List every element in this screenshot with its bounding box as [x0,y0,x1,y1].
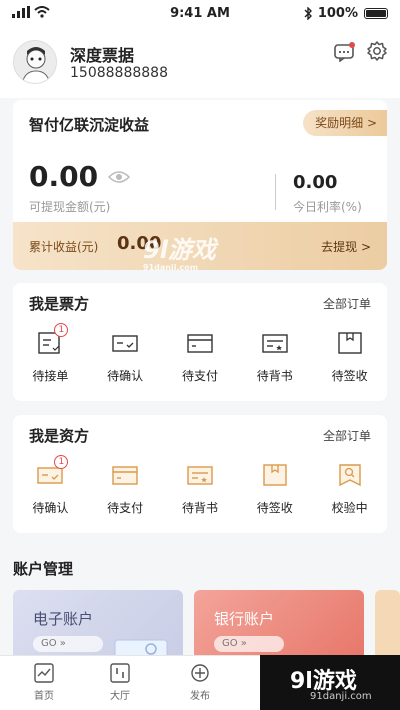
hall-icon [110,663,130,683]
withdraw-button[interactable]: 去提现 > [321,238,371,255]
order-item-label: 待确认 [32,501,69,515]
earnings-divider [275,174,276,210]
capital-orders-title: 我是资方 [29,427,90,445]
order-item-pending-accept[interactable]: 1 待接单 [20,323,80,384]
ticket-orders-card: 我是票方 全部订单 1 待接单 待确认 待支付 待背书 待签收 [13,283,387,401]
order-item-label: 待签收 [256,501,293,515]
electronic-account-card[interactable]: 电子账户 GO » [13,590,183,660]
order-item-pending-sign[interactable]: 待签收 [320,331,380,384]
watermark-badge: 9l游戏 91danji.com [260,655,400,710]
go-label: GO [41,638,57,649]
user-phone: 15088888888 [70,65,168,81]
today-rate: 0.00 [293,172,338,193]
capital-order-items: 1 待确认 待支付 待背书 待签收 校验中 [13,455,387,516]
order-item-pending-confirm[interactable]: 待确认 [95,331,155,384]
order-item-pending-endorse[interactable]: 待背书 [170,463,230,516]
order-item-label: 待接单 [32,369,69,383]
electronic-account-label: 电子账户 [33,610,94,628]
message-icon[interactable] [334,42,356,62]
avatar-image [14,41,56,83]
order-item-label: 待背书 [256,369,293,383]
order-item-pending-confirm[interactable]: 1 待确认 [20,455,80,516]
order-item-label: 待背书 [181,501,218,515]
magnifier-icon [338,464,361,487]
earnings-title: 智付亿联沉淀收益 [29,116,150,134]
tab-hall[interactable]: 大厅 [90,663,150,702]
confirm-ticket-icon [112,335,138,352]
bank-account-label: 银行账户 [214,610,275,628]
order-item-pending-sign[interactable]: 待签收 [245,463,305,516]
tab-hall-label: 大厅 [110,691,130,702]
tab-home-label: 首页 [34,691,54,702]
reward-detail-button[interactable]: 奖励明细 > [303,110,387,136]
user-name: 深度票据 [70,46,135,65]
bank-account-go-button[interactable]: GO » [214,636,284,652]
eye-icon[interactable] [108,170,130,184]
order-item-pending-pay[interactable]: 待支付 [95,463,155,516]
watermark-badge-site: 91danji.com [310,691,372,702]
order-item-label: 待支付 [107,501,144,515]
watermark-site: 91danji.com [143,263,199,270]
publish-icon [191,664,209,682]
order-item-label: 校验中 [331,501,368,515]
order-item-pending-endorse[interactable]: 待背书 [245,331,305,384]
battery-icon [364,8,388,19]
chart-icon [34,663,54,683]
bluetooth-icon [304,7,312,20]
battery-percent: 100% [317,6,358,21]
earnings-card: 智付亿联沉淀收益 奖励明细 > 0.00 可提现金额(元) 0.00 今日利率(… [13,100,387,270]
cumulative-bar: 累计收益(元) 0.00 9l游戏 91danji.com 去提现 > [13,222,387,270]
avatar[interactable] [13,40,57,84]
today-rate-label: 今日利率(%) [293,200,362,214]
go-label: GO [222,638,238,649]
box-icon [337,332,362,354]
gear-icon[interactable] [366,40,388,62]
watermark-overlay: 9l游戏 91danji.com [143,230,216,270]
profile-header: 深度票据 15088888888 [0,28,400,98]
cumulative-label: 累计收益(元) [29,240,99,254]
order-item-label: 待支付 [181,369,218,383]
ticket-order-items: 1 待接单 待确认 待支付 待背书 待签收 [13,323,387,384]
status-right: 100% [304,6,388,21]
bank-account-card[interactable]: 银行账户 GO » [194,590,364,660]
status-bar: 9:41 AM 100% [0,0,400,28]
withdrawable-amount: 0.00 [29,160,99,193]
order-item-label: 待签收 [331,369,368,383]
endorse-icon [187,466,213,485]
endorse-icon [262,334,288,353]
order-badge: 1 [54,323,69,337]
order-item-verifying[interactable]: 校验中 [320,463,380,516]
withdrawable-label: 可提现金额(元) [29,200,111,214]
card-icon [187,334,213,353]
account-management-title: 账户管理 [13,560,74,578]
ticket-all-orders-link[interactable]: 全部订单 [323,295,371,312]
tab-home[interactable]: 首页 [14,663,74,702]
electronic-account-go-button[interactable]: GO » [33,636,103,652]
card-icon [112,466,138,485]
tab-publish[interactable]: 发布 [170,663,230,702]
order-item-pending-pay[interactable]: 待支付 [170,331,230,384]
tab-publish-label: 发布 [190,691,210,702]
capital-orders-card: 我是资方 全部订单 1 待确认 待支付 待背书 待签收 校验中 [13,415,387,533]
more-account-card[interactable] [375,590,400,660]
ticket-orders-title: 我是票方 [29,295,90,313]
watermark-text: 9l游戏 [143,236,216,264]
capital-all-orders-link[interactable]: 全部订单 [323,427,371,444]
order-badge: 1 [54,455,69,469]
order-item-label: 待确认 [107,369,144,383]
box-icon [263,464,287,486]
tab-bar: 首页 大厅 发布 9l游戏 91danji.com [0,655,400,710]
